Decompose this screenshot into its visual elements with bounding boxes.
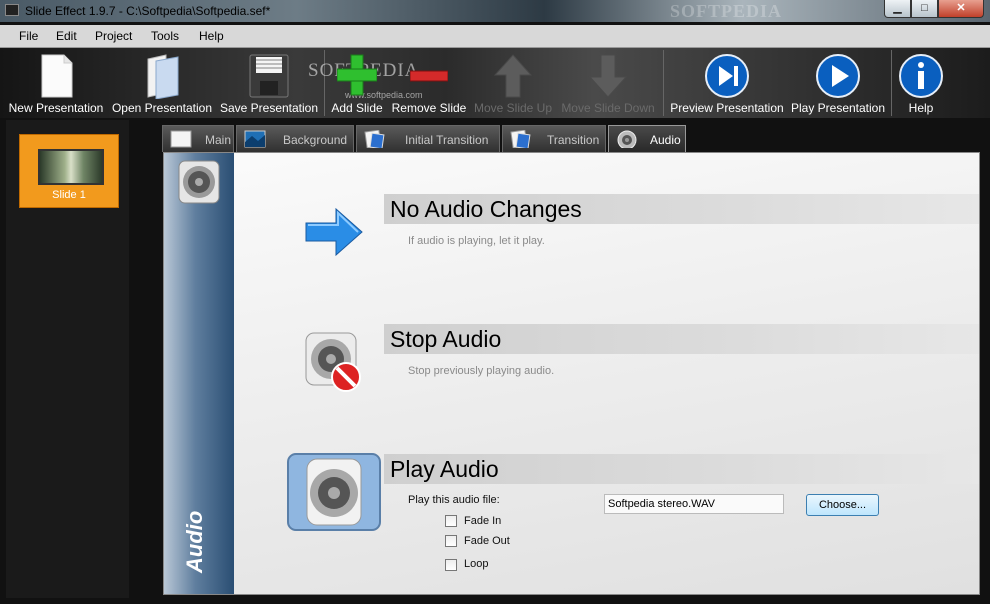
menu-help[interactable]: Help [199, 29, 224, 43]
tab-audio-label: Audio [650, 133, 681, 147]
speaker-icon[interactable] [287, 453, 381, 531]
option-stop-audio-title: Stop Audio [390, 326, 502, 352]
close-button[interactable]: ✕ [938, 0, 984, 18]
arrow-up-icon [493, 54, 533, 98]
plus-icon [337, 54, 377, 96]
tab-transition[interactable]: Transition [502, 125, 606, 152]
slide-preview-image [38, 149, 104, 185]
minimize-button[interactable]: ▁ [884, 0, 911, 18]
preview-presentation-label: Preview Presentation [670, 101, 784, 115]
title-bar: Slide Effect 1.9.7 - C:\Softpedia\Softpe… [0, 0, 990, 22]
side-strip: Audio [164, 153, 234, 594]
window-title: Slide Effect 1.9.7 - C:\Softpedia\Softpe… [25, 4, 271, 18]
menu-bar: File Edit Project Tools Help [0, 25, 990, 48]
option-stop-audio[interactable]: Stop Audio [384, 324, 979, 354]
fade-in-label: Fade In [464, 515, 502, 527]
speaker-icon [178, 160, 220, 204]
remove-slide-label: Remove Slide [391, 101, 467, 115]
slide-label: Slide 1 [52, 189, 86, 201]
tab-transition-label: Transition [547, 133, 600, 147]
info-icon [899, 54, 943, 98]
open-presentation-button[interactable]: Open Presentation [110, 48, 214, 118]
move-slide-down-button[interactable]: Move Slide Down [558, 48, 658, 118]
background-icon [244, 130, 266, 148]
side-title: Audio [176, 505, 216, 585]
save-presentation-button[interactable]: Save Presentation [217, 48, 321, 118]
transition-icon [510, 130, 531, 148]
option-stop-audio-desc: Stop previously playing audio. [408, 365, 555, 377]
speaker-stop-icon[interactable] [304, 329, 366, 395]
minus-icon [410, 70, 448, 82]
loop-checkbox[interactable] [445, 559, 457, 571]
play-next-icon [705, 54, 749, 98]
tab-main-label: Main [205, 133, 232, 147]
audio-panel: Audio No Audio Changes If audio is playi… [163, 152, 980, 595]
fade-out-checkbox[interactable] [445, 535, 457, 547]
menu-project[interactable]: Project [95, 29, 132, 43]
tab-background[interactable]: Background [236, 125, 354, 152]
title-watermark: SOFTPEDIA [670, 1, 783, 21]
speaker-icon [617, 130, 637, 148]
audio-file-field[interactable]: Softpedia stereo.WAV [604, 494, 784, 514]
toolbar: New Presentation Open Presentation Save … [0, 48, 990, 118]
toolbar-separator [663, 50, 664, 116]
preview-presentation-button[interactable]: Preview Presentation [668, 48, 786, 118]
choose-button[interactable]: Choose... [806, 494, 879, 516]
menu-tools[interactable]: Tools [151, 29, 179, 43]
move-slide-up-label: Move Slide Up [473, 101, 553, 115]
option-play-audio[interactable]: Play Audio [384, 454, 979, 484]
help-label: Help [908, 101, 934, 115]
option-no-audio-changes-desc: If audio is playing, let it play. [408, 235, 545, 247]
slide-thumbnail[interactable]: Slide 1 [19, 134, 119, 208]
window-controls: ▁ □ ✕ [884, 0, 984, 18]
save-presentation-label: Save Presentation [219, 101, 319, 115]
add-slide-label: Add Slide [331, 101, 383, 115]
save-disk-icon [249, 54, 289, 98]
open-presentation-label: Open Presentation [111, 101, 213, 115]
remove-slide-button[interactable]: Remove Slide [390, 48, 468, 118]
open-folder-icon [147, 54, 179, 99]
slides-panel: Slide 1 [6, 120, 129, 598]
tab-initial-transition[interactable]: Initial Transition [356, 125, 500, 152]
transition-icon [364, 130, 385, 148]
side-title-text: Audio [182, 510, 207, 573]
option-no-audio-changes[interactable]: No Audio Changes [384, 194, 979, 224]
new-document-icon [41, 54, 73, 98]
move-slide-down-label: Move Slide Down [561, 101, 655, 115]
new-presentation-button[interactable]: New Presentation [4, 48, 108, 118]
fade-in-checkbox[interactable] [445, 515, 457, 527]
option-play-audio-title: Play Audio [390, 456, 499, 482]
toolbar-separator [891, 50, 892, 116]
app-icon [5, 4, 19, 16]
move-slide-up-button[interactable]: Move Slide Up [472, 48, 554, 118]
tab-main[interactable]: Main [162, 125, 234, 152]
maximize-button[interactable]: □ [911, 0, 938, 18]
play-file-label: Play this audio file: [408, 494, 500, 506]
loop-label: Loop [464, 558, 489, 570]
new-presentation-label: New Presentation [8, 101, 104, 115]
window-icon [170, 130, 192, 148]
tab-audio[interactable]: Audio [608, 125, 686, 154]
tab-background-label: Background [283, 133, 348, 147]
option-no-audio-changes-title: No Audio Changes [390, 196, 582, 222]
arrow-down-icon [588, 54, 628, 98]
fade-out-label: Fade Out [464, 535, 510, 547]
play-presentation-label: Play Presentation [790, 101, 886, 115]
help-button[interactable]: Help [896, 48, 946, 118]
play-presentation-button[interactable]: Play Presentation [790, 48, 886, 118]
tab-initial-transition-label: Initial Transition [405, 133, 489, 147]
play-icon [816, 54, 860, 98]
menu-file[interactable]: File [19, 29, 38, 43]
add-slide-button[interactable]: Add Slide [328, 48, 386, 118]
arrow-right-icon[interactable] [304, 205, 366, 259]
menu-edit[interactable]: Edit [56, 29, 77, 43]
